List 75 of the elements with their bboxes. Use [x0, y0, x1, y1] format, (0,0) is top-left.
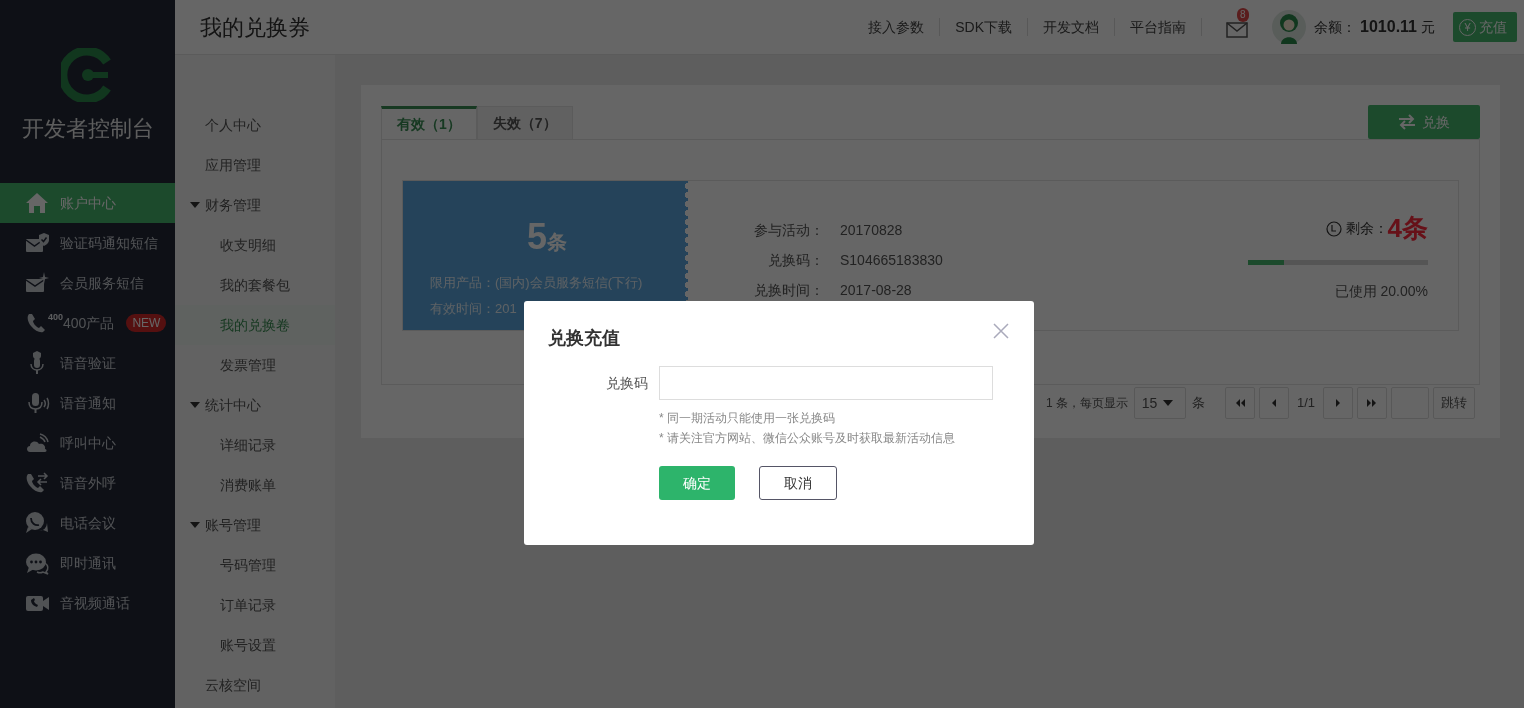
field-label: 兑换码： — [767, 250, 824, 270]
avatar-icon — [1272, 10, 1307, 44]
unit-text: 条 — [1191, 394, 1205, 413]
sidebar-item[interactable]: 会员服务短信 — [0, 263, 175, 303]
clock-icon — [1325, 220, 1342, 237]
field-label: 兑换时间： — [753, 280, 824, 300]
field-label: 参与活动： — [753, 220, 824, 240]
page-size-select[interactable]: 15 — [1133, 387, 1186, 419]
subnav-item[interactable]: 应用管理 — [175, 145, 335, 185]
close-button[interactable] — [992, 320, 1010, 338]
subnav-group[interactable]: 统计中心 — [175, 385, 335, 425]
field-label: 兑换码 — [605, 373, 648, 393]
envelope-spark-icon — [24, 271, 50, 295]
new-badge: NEW — [126, 314, 167, 332]
balance-amount: 1010.11 — [1360, 17, 1417, 37]
home-icon — [24, 191, 50, 215]
envelope-check-icon — [24, 231, 50, 255]
subnav-group[interactable]: 财务管理 — [175, 185, 335, 225]
tab[interactable]: 有效（1） — [381, 106, 477, 139]
hint-text: * 同一期活动只能使用一张兑换码 — [659, 410, 836, 427]
subnav-item[interactable]: 号码管理 — [175, 545, 335, 585]
header-link[interactable]: SDK下载 — [940, 18, 1029, 36]
field-value: 20170828 — [840, 220, 903, 240]
remaining-label: 剩余： — [1345, 219, 1388, 238]
header-link[interactable]: 平台指南 — [1115, 18, 1203, 36]
coupon-amount: 5条 — [526, 217, 568, 259]
phone-arrows-icon — [24, 471, 50, 495]
sidebar-item[interactable]: 账户中心 — [0, 183, 175, 223]
notification-badge: 8 — [1237, 8, 1249, 22]
page-title: 我的兑换券 — [200, 13, 310, 42]
cloud-phone-icon — [24, 431, 50, 455]
caret-icon — [1163, 400, 1174, 406]
total-text: 1 条，每页显示 — [1045, 395, 1128, 412]
swap-arrows-icon — [1398, 114, 1416, 130]
icon-number: 400 — [48, 312, 64, 322]
header-link[interactable]: 开发文档 — [1028, 18, 1116, 36]
subnav-item[interactable]: 个人中心 — [175, 105, 335, 145]
last-page-button[interactable] — [1357, 387, 1387, 419]
recharge-button[interactable]: ¥ 充值 — [1453, 12, 1517, 42]
subnav-item[interactable]: 账号设置 — [175, 625, 335, 665]
mail-icon — [1226, 22, 1249, 39]
field-value: 2017-08-28 — [840, 280, 912, 300]
balance-label: 余额： — [1314, 17, 1357, 37]
double-triangle-right-icon — [1366, 397, 1378, 409]
jump-button[interactable]: 跳转 — [1433, 387, 1475, 419]
cancel-button[interactable]: 取消 — [759, 466, 837, 500]
sidebar-item[interactable]: 即时通讯 — [0, 543, 175, 583]
chat-bubbles-icon — [24, 511, 50, 535]
dialog-title: 兑换充值 — [548, 327, 620, 350]
header-link[interactable]: 接入参数 — [868, 18, 941, 36]
next-page-button[interactable] — [1323, 387, 1353, 419]
subnav-item[interactable]: 发票管理 — [175, 345, 335, 385]
subnav-item[interactable]: 我的套餐包 — [175, 265, 335, 305]
usage-text: 已使用 20.00% — [1333, 282, 1428, 301]
subnav-item[interactable]: 收支明细 — [175, 225, 335, 265]
remaining-count: 4条 — [1387, 212, 1428, 245]
subnav-item[interactable]: 云核空间 — [175, 665, 335, 705]
field-value: S104665183830 — [840, 250, 943, 270]
subnav-item[interactable]: 消费账单 — [175, 465, 335, 505]
currency-unit: 元 — [1421, 17, 1435, 37]
code-input[interactable] — [659, 366, 993, 400]
console-title: 开发者控制台 — [20, 115, 155, 143]
sidebar-item[interactable]: 电话会议 — [0, 503, 175, 543]
exchange-button[interactable]: 兑换 — [1368, 105, 1480, 139]
sidebar-item[interactable]: 语音通知 — [0, 383, 175, 423]
chat-dots-icon — [24, 551, 50, 575]
subnav-item[interactable]: 订单记录 — [175, 585, 335, 625]
tab[interactable]: 失效（7） — [476, 106, 573, 139]
subnav-group[interactable]: 账号管理 — [175, 505, 335, 545]
subnav-item[interactable]: 详细记录 — [175, 425, 335, 465]
confirm-button[interactable]: 确定 — [659, 466, 735, 500]
page-indicator: 1/1 — [1296, 394, 1315, 413]
sidebar-item[interactable]: 音视频通话 — [0, 583, 175, 623]
first-page-button[interactable] — [1224, 387, 1255, 419]
hint-text: * 请关注官方网站、微信公众账号及时获取最新活动信息 — [659, 430, 956, 447]
